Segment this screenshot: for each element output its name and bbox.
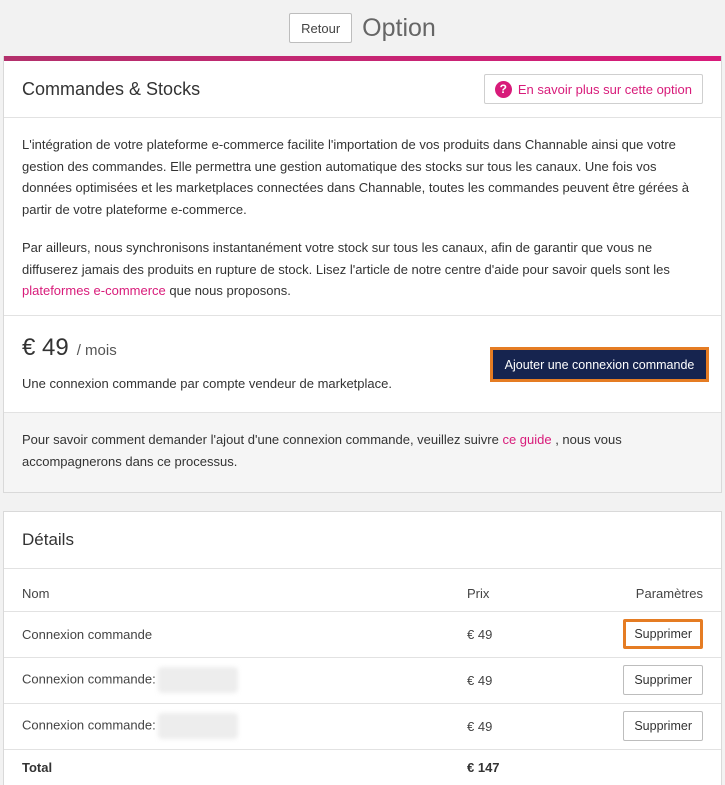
option-description: L'intégration de votre plateforme e-comm… <box>4 118 721 316</box>
option-title: Commandes & Stocks <box>22 78 201 99</box>
column-header-name: Nom <box>4 569 450 612</box>
row-params: Supprimer <box>590 611 721 658</box>
learn-more-button[interactable]: ? En savoir plus sur cette option <box>483 74 703 104</box>
guide-link[interactable]: ce guide <box>502 432 551 447</box>
row-price: € 49 <box>450 611 590 658</box>
desc-p2-text: Par ailleurs, nous synchronisons instant… <box>22 240 670 277</box>
description-paragraph-1: L'intégration de votre plateforme e-comm… <box>22 137 690 217</box>
delete-button[interactable]: Supprimer <box>623 619 703 649</box>
price-amount: € 49 <box>22 334 69 361</box>
details-title: Détails <box>22 530 74 549</box>
price-unit: / mois <box>76 342 117 359</box>
desc-p2-tail: que nous proposons. <box>165 283 291 298</box>
guide-text: Pour savoir comment demander l'ajout d'u… <box>22 432 503 447</box>
ecommerce-platforms-link[interactable]: plateformes e-commerce <box>22 283 166 298</box>
row-params: Supprimer <box>590 703 721 750</box>
description-paragraph-2: Par ailleurs, nous synchronisons instant… <box>22 237 703 302</box>
redacted-value <box>157 667 238 693</box>
row-params: Supprimer <box>590 657 721 704</box>
pricing-section: € 49 / mois Une connexion commande par c… <box>4 316 721 413</box>
table-row: Connexion commande: € 49 Supprimer <box>4 703 721 750</box>
learn-more-label: En savoir plus sur cette option <box>517 81 692 97</box>
details-header: Détails <box>4 512 721 569</box>
question-circle-icon: ? <box>494 80 512 98</box>
delete-button[interactable]: Supprimer <box>623 665 703 695</box>
row-name-cell: Connexion commande: <box>4 703 450 750</box>
row-price: € 49 <box>450 657 590 704</box>
row-name: Connexion commande: <box>22 717 156 733</box>
total-label: Total <box>22 759 53 775</box>
row-name-cell: Connexion commande: <box>4 657 450 704</box>
details-card: Détails Nom Prix Paramètres Connexion co… <box>3 511 722 785</box>
option-header: Commandes & Stocks ? En savoir plus sur … <box>4 61 721 118</box>
redacted-value <box>157 713 238 739</box>
table-row: Connexion commande € 49 Supprimer <box>4 611 721 658</box>
column-header-price: Prix <box>450 569 590 612</box>
delete-button[interactable]: Supprimer <box>623 711 703 741</box>
row-name: Connexion commande: <box>22 671 156 687</box>
top-bar: Retour Option <box>0 0 725 56</box>
total-row: Total € 147 <box>4 749 721 785</box>
table-row: Connexion commande: € 49 Supprimer <box>4 657 721 704</box>
row-price: € 49 <box>450 703 590 750</box>
total-value: € 147 <box>467 759 500 775</box>
details-table: Nom Prix Paramètres Connexion commande €… <box>4 569 721 785</box>
total-empty <box>590 749 721 785</box>
row-name: Connexion commande <box>4 611 450 658</box>
add-order-connection-button[interactable]: Ajouter une connexion commande <box>490 347 709 382</box>
column-header-params: Paramètres <box>590 569 721 612</box>
table-header-row: Nom Prix Paramètres <box>4 569 721 612</box>
price-note: Une connexion commande par compte vendeu… <box>22 376 392 391</box>
page-title: Option <box>362 13 436 42</box>
option-card: Commandes & Stocks ? En savoir plus sur … <box>3 56 722 493</box>
back-button[interactable]: Retour <box>289 13 353 43</box>
guide-note: Pour savoir comment demander l'ajout d'u… <box>4 413 721 492</box>
price-line: € 49 / mois <box>22 334 117 362</box>
